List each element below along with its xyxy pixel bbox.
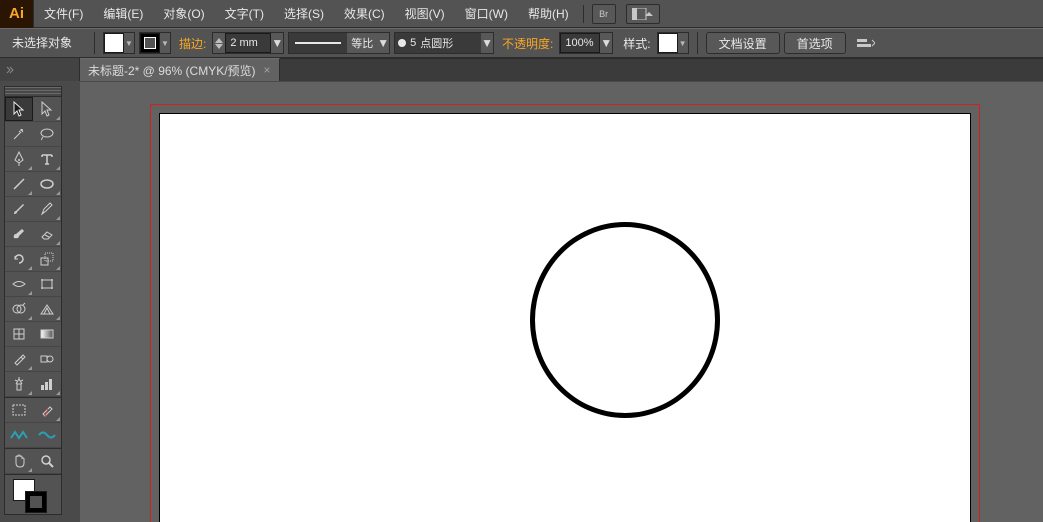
stroke-color-swatch[interactable] — [25, 491, 47, 513]
selection-tool[interactable] — [5, 97, 33, 122]
brush-dropdown[interactable]: 5 点圆形 ▼ — [394, 32, 494, 54]
preferences-button[interactable]: 首选项 — [784, 32, 846, 54]
stroke-swatch-dropdown[interactable]: ▼ — [139, 32, 171, 54]
width-tool[interactable] — [5, 272, 33, 297]
bridge-button[interactable]: Br — [592, 4, 616, 24]
style-label: 样式: — [617, 35, 652, 52]
brush-preview: 5 点圆形 — [395, 33, 481, 53]
toolbox-grip[interactable] — [5, 87, 61, 97]
slice-tool[interactable] — [33, 398, 61, 423]
blend-tool[interactable] — [33, 347, 61, 372]
fill-swatch — [104, 33, 124, 53]
eyedropper-tool[interactable] — [5, 347, 33, 372]
menu-select[interactable]: 选择(S) — [274, 0, 334, 28]
blob-brush-tool[interactable] — [5, 222, 33, 247]
paintbrush-tool[interactable] — [5, 197, 33, 222]
tab-arrange-icon[interactable] — [4, 65, 16, 75]
artboard-tool[interactable] — [5, 398, 33, 423]
separator — [94, 32, 95, 54]
wave-tool[interactable] — [33, 423, 61, 448]
ellipse-tool[interactable] — [33, 172, 61, 197]
brush-dot-icon — [398, 39, 406, 47]
separator — [697, 32, 698, 54]
stepper-down-icon[interactable] — [215, 44, 223, 49]
chevron-down-icon: ▼ — [481, 36, 493, 50]
mesh-tool[interactable] — [5, 322, 33, 347]
eraser-tool[interactable] — [33, 222, 61, 247]
symbol-sprayer-tool[interactable] — [5, 372, 33, 397]
zoom-tool[interactable] — [33, 449, 61, 474]
document-tab-title: 未标题-2* @ 96% (CMYK/预览) — [88, 62, 256, 79]
gradient-tool[interactable] — [33, 322, 61, 347]
perspective-grid-tool[interactable] — [33, 297, 61, 322]
menu-view[interactable]: 视图(V) — [395, 0, 455, 28]
line-tool[interactable] — [5, 172, 33, 197]
menu-bar: Ai 文件(F) 编辑(E) 对象(O) 文字(T) 选择(S) 效果(C) 视… — [0, 0, 1043, 28]
graphic-style-dropdown[interactable]: ▼ — [657, 32, 689, 54]
toolbox — [4, 86, 62, 515]
hand-tool[interactable] — [5, 449, 33, 474]
pencil-tool[interactable] — [33, 197, 61, 222]
opacity-input[interactable]: 100% — [560, 33, 600, 53]
brush-name: 点圆形 — [420, 35, 453, 51]
menu-help[interactable]: 帮助(H) — [518, 0, 579, 28]
brush-size: 5 — [410, 37, 416, 49]
stroke-swatch — [140, 33, 160, 53]
document-setup-button[interactable]: 文档设置 — [706, 32, 780, 54]
chevron-down-icon: ▼ — [271, 36, 283, 50]
menu-file[interactable]: 文件(F) — [34, 0, 93, 28]
menu-type[interactable]: 文字(T) — [215, 0, 274, 28]
shape-builder-tool[interactable] — [5, 297, 33, 322]
tab-strip-bg — [280, 58, 1043, 81]
pen-tool[interactable] — [5, 147, 33, 172]
stroke-profile-preview — [289, 33, 347, 53]
menu-object[interactable]: 对象(O) — [153, 0, 214, 28]
free-transform-tool[interactable] — [33, 272, 61, 297]
menu-edit[interactable]: 编辑(E) — [93, 0, 153, 28]
align-panel-icon[interactable] — [854, 33, 878, 53]
lasso-tool[interactable] — [33, 122, 61, 147]
direct-selection-tool[interactable] — [33, 97, 61, 122]
chevron-down-icon: ▼ — [124, 39, 134, 48]
graphic-style-swatch — [658, 33, 678, 53]
chevron-down-icon: ▼ — [160, 39, 170, 48]
selection-state-label: 未选择对象 — [6, 28, 86, 58]
zigzag-tool[interactable] — [5, 423, 33, 448]
control-bar: 未选择对象 ▼ ▼ 描边: 2 mm ▼ 等比 ▼ 5 点圆形 ▼ 不透明度: … — [0, 28, 1043, 58]
menu-window[interactable]: 窗口(W) — [455, 0, 518, 28]
scale-tool[interactable] — [33, 247, 61, 272]
rotate-tool[interactable] — [5, 247, 33, 272]
stroke-weight-input[interactable]: 2 mm — [225, 33, 271, 53]
chevron-down-icon: ▼ — [678, 39, 688, 48]
menu-effect[interactable]: 效果(C) — [334, 0, 395, 28]
close-icon[interactable]: × — [264, 63, 271, 77]
document-tab-strip: 未标题-2* @ 96% (CMYK/预览) × — [0, 58, 1043, 81]
stroke-weight-field[interactable]: 2 mm ▼ — [212, 32, 284, 54]
separator — [583, 5, 584, 23]
document-tab[interactable]: 未标题-2* @ 96% (CMYK/预览) × — [80, 58, 280, 81]
app-icon[interactable]: Ai — [0, 0, 34, 28]
column-graph-tool[interactable] — [33, 372, 61, 397]
chevron-down-icon: ▼ — [377, 36, 389, 50]
tab-strip-spacer — [0, 58, 80, 81]
stepper-up-icon[interactable] — [215, 38, 223, 43]
fill-stroke-control[interactable] — [5, 474, 61, 514]
magic-wand-tool[interactable] — [5, 122, 33, 147]
artboard[interactable] — [160, 114, 970, 522]
stroke-profile-label: 等比 — [347, 35, 377, 51]
artwork-circle[interactable] — [530, 222, 720, 418]
stroke-label: 描边: — [175, 35, 208, 52]
layout-switcher[interactable] — [626, 4, 660, 24]
opacity-label: 不透明度: — [498, 35, 555, 52]
opacity-field[interactable]: 100% ▼ — [559, 32, 613, 54]
fill-swatch-dropdown[interactable]: ▼ — [103, 32, 135, 54]
chevron-down-icon: ▼ — [600, 36, 612, 50]
canvas-area[interactable] — [80, 82, 1043, 522]
stroke-profile-dropdown[interactable]: 等比 ▼ — [288, 32, 390, 54]
type-tool[interactable] — [33, 147, 61, 172]
